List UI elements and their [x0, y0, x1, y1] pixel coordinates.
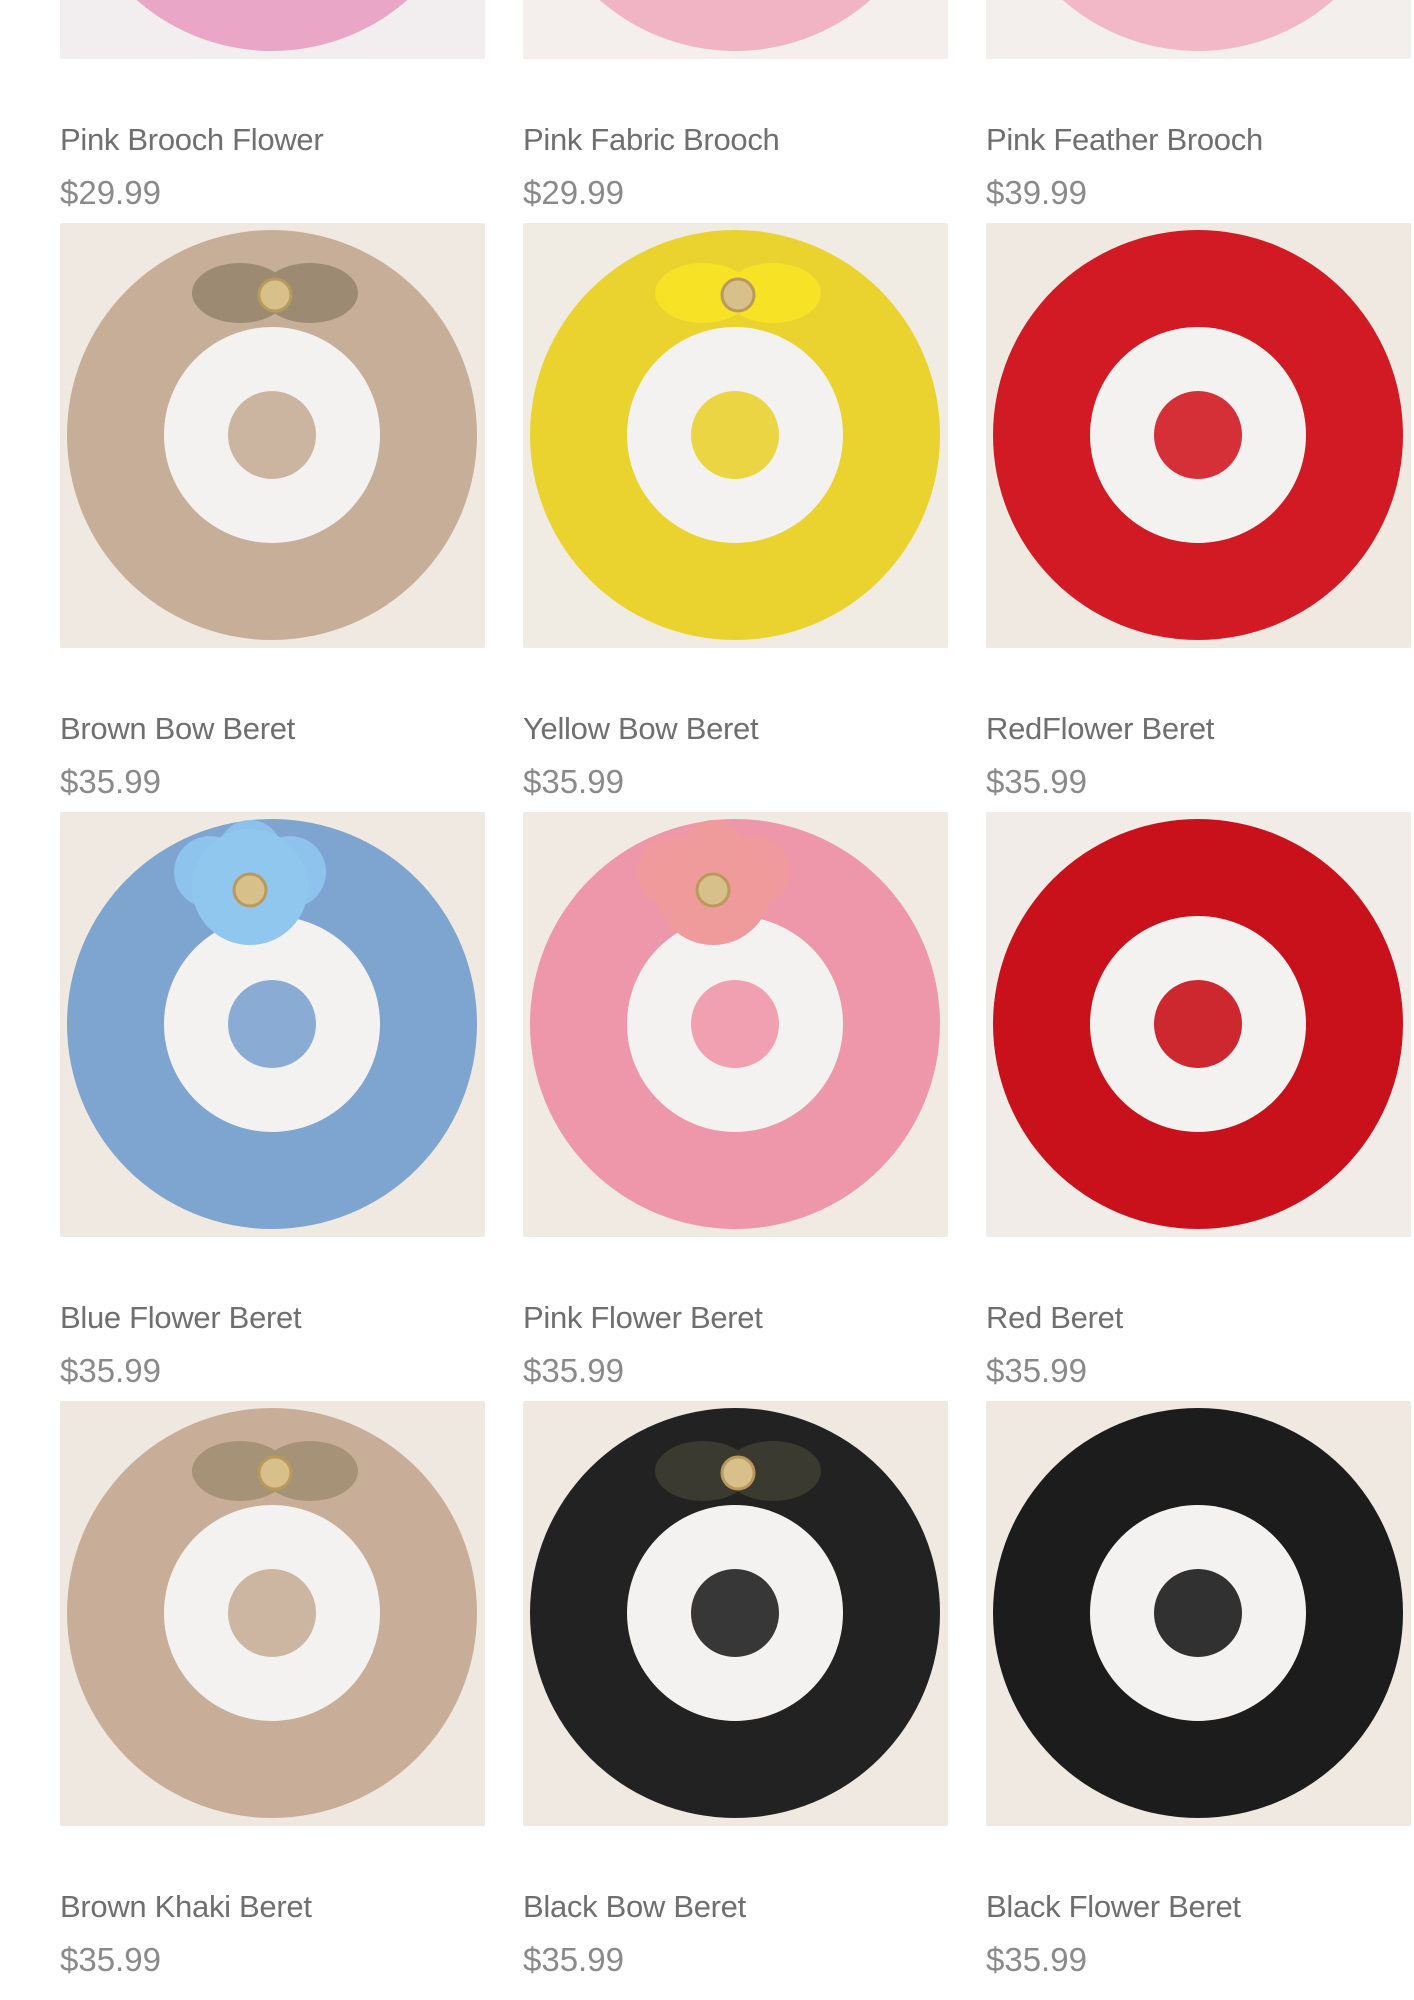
product-image[interactable]	[523, 1401, 948, 1826]
product-price: $35.99	[986, 1941, 1087, 1978]
product-image[interactable]	[60, 812, 485, 1237]
product-name[interactable]: RedFlower Beret	[986, 711, 1414, 747]
product-price: $35.99	[986, 763, 1087, 800]
product-image[interactable]	[986, 812, 1411, 1237]
product-image[interactable]	[60, 223, 485, 648]
product-price: $39.99	[986, 174, 1087, 211]
product-name[interactable]: Red Beret	[986, 1300, 1414, 1336]
product-image[interactable]	[986, 1401, 1411, 1826]
product-price: $35.99	[60, 1941, 161, 1978]
product-grid-viewport: Red Brooch Pink Brooch Flower $29.99	[30, 0, 1414, 2000]
product-image[interactable]	[60, 1401, 485, 1826]
product-name[interactable]: Black Flower Beret	[986, 1889, 1414, 1925]
product-name[interactable]: Pink Feather Brooch	[986, 122, 1414, 158]
product-image[interactable]	[60, 0, 485, 59]
product-price: $35.99	[523, 1352, 624, 1389]
product-image[interactable]	[986, 223, 1411, 648]
product-image[interactable]	[523, 0, 948, 59]
product-price: $35.99	[60, 763, 161, 800]
product-price: $29.99	[523, 174, 624, 211]
product-image[interactable]	[986, 0, 1411, 59]
product-price: $35.99	[523, 1941, 624, 1978]
product-price: $35.99	[523, 763, 624, 800]
product-price: $35.99	[986, 1352, 1087, 1389]
product-price: $35.99	[60, 1352, 161, 1389]
product-price: $29.99	[60, 174, 161, 211]
product-image[interactable]	[523, 223, 948, 648]
product-image[interactable]	[523, 812, 948, 1237]
